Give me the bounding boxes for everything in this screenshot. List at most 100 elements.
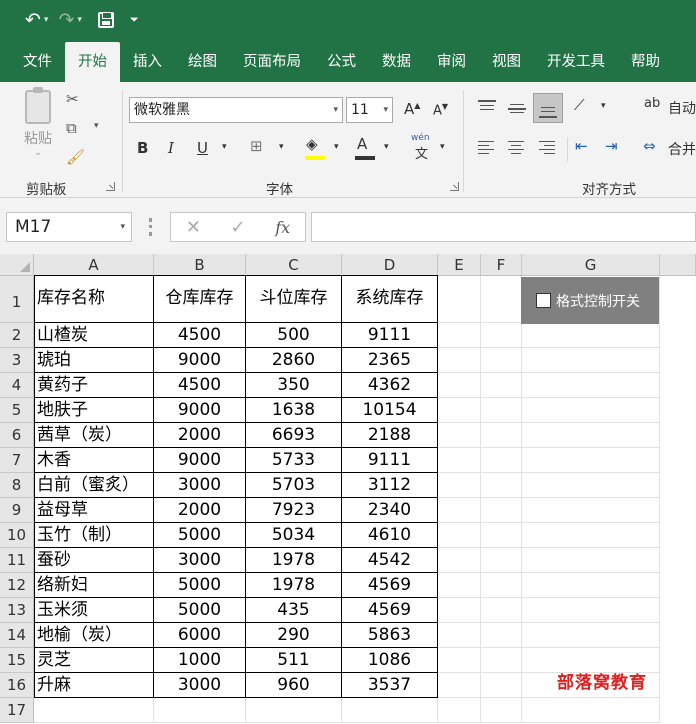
cell-B5[interactable]: 9000 xyxy=(154,398,246,423)
cell-E4[interactable] xyxy=(438,373,481,398)
cell-C5[interactable]: 1638 xyxy=(246,398,342,423)
cell-G17[interactable] xyxy=(522,698,660,723)
cell-B2[interactable]: 4500 xyxy=(154,323,246,348)
tab-6[interactable]: 数据 xyxy=(369,42,424,82)
insert-function-icon[interactable]: fx xyxy=(275,218,290,237)
cell-A14[interactable]: 地榆（炭） xyxy=(34,623,154,648)
column-header-E[interactable]: E xyxy=(438,254,481,276)
cell-D5[interactable]: 10154 xyxy=(342,398,438,423)
table-header-B[interactable]: 仓库库存 xyxy=(154,276,246,323)
cell-F15[interactable] xyxy=(481,648,522,673)
cell-F16[interactable] xyxy=(481,673,522,698)
cell-D9[interactable]: 2340 xyxy=(342,498,438,523)
cell-A3[interactable]: 琥珀 xyxy=(34,348,154,373)
cell-C6[interactable]: 6693 xyxy=(246,423,342,448)
cell-B11[interactable]: 3000 xyxy=(154,548,246,573)
cell-A5[interactable]: 地肤子 xyxy=(34,398,154,423)
cell-G10[interactable] xyxy=(522,523,660,548)
row-header-7[interactable]: 7 xyxy=(0,448,34,473)
clipboard-launcher-icon[interactable] xyxy=(106,182,115,191)
format-toggle-checkbox[interactable]: 格式控制开关 xyxy=(521,277,659,324)
cell-F5[interactable] xyxy=(481,398,522,423)
row-header-9[interactable]: 9 xyxy=(0,498,34,523)
cell-B10[interactable]: 5000 xyxy=(154,523,246,548)
cell-G4[interactable] xyxy=(522,373,660,398)
cell-E8[interactable] xyxy=(438,473,481,498)
cell-D13[interactable]: 4569 xyxy=(342,598,438,623)
column-header-C[interactable]: C xyxy=(246,254,342,276)
column-header-B[interactable]: B xyxy=(154,254,246,276)
align-right-button[interactable] xyxy=(539,140,559,156)
orientation-icon[interactable]: ⟋ xyxy=(574,96,585,114)
cell-F1[interactable] xyxy=(481,276,522,323)
chevron-down-icon[interactable]: ▾ xyxy=(601,101,606,111)
cell-E1[interactable] xyxy=(438,276,481,323)
cell-G14[interactable] xyxy=(522,623,660,648)
cell-A15[interactable]: 灵芝 xyxy=(34,648,154,673)
cell-E3[interactable] xyxy=(438,348,481,373)
cell-B12[interactable]: 5000 xyxy=(154,573,246,598)
cell-C2[interactable]: 500 xyxy=(246,323,342,348)
copy-icon[interactable]: ⧉ xyxy=(66,119,77,137)
cell-D17[interactable] xyxy=(342,698,438,723)
cell-B8[interactable]: 3000 xyxy=(154,473,246,498)
font-size-select[interactable]: 11 ▾ xyxy=(346,97,393,123)
cell-C4[interactable]: 350 xyxy=(246,373,342,398)
cell-F10[interactable] xyxy=(481,523,522,548)
chevron-down-icon[interactable]: ▾ xyxy=(222,142,227,152)
tab-5[interactable]: 公式 xyxy=(314,42,369,82)
merge-center-icon[interactable]: ⇔ xyxy=(643,137,656,155)
align-bottom-button[interactable] xyxy=(533,93,563,123)
cut-icon[interactable]: ✂ xyxy=(66,90,79,108)
cell-D14[interactable]: 5863 xyxy=(342,623,438,648)
cell-F4[interactable] xyxy=(481,373,522,398)
cell-E12[interactable] xyxy=(438,573,481,598)
cell-A13[interactable]: 玉米须 xyxy=(34,598,154,623)
cell-C12[interactable]: 1978 xyxy=(246,573,342,598)
customize-qat-button[interactable]: ⏷ xyxy=(127,5,142,35)
table-header-D[interactable]: 系统库存 xyxy=(342,276,438,323)
cell-E6[interactable] xyxy=(438,423,481,448)
tab-4[interactable]: 页面布局 xyxy=(230,42,314,82)
cell-G7[interactable] xyxy=(522,448,660,473)
tab-8[interactable]: 视图 xyxy=(479,42,534,82)
cell-E15[interactable] xyxy=(438,648,481,673)
redo-button[interactable]: ↷ ▾ xyxy=(55,5,84,35)
font-launcher-icon[interactable] xyxy=(450,182,459,191)
cell-C8[interactable]: 5703 xyxy=(246,473,342,498)
column-header-D[interactable]: D xyxy=(342,254,438,276)
cell-D10[interactable]: 4610 xyxy=(342,523,438,548)
cell-G9[interactable] xyxy=(522,498,660,523)
cell-F17[interactable] xyxy=(481,698,522,723)
cell-D6[interactable]: 2188 xyxy=(342,423,438,448)
decrease-indent-icon[interactable]: ⇤ xyxy=(575,137,588,155)
cell-G11[interactable] xyxy=(522,548,660,573)
cell-D4[interactable]: 4362 xyxy=(342,373,438,398)
cell-C13[interactable]: 435 xyxy=(246,598,342,623)
cell-E2[interactable] xyxy=(438,323,481,348)
cell-G3[interactable] xyxy=(522,348,660,373)
cell-A16[interactable]: 升麻 xyxy=(34,673,154,698)
font-color-icon[interactable]: A xyxy=(357,135,367,153)
shrink-font-icon[interactable]: A▼ xyxy=(433,102,448,118)
row-header-13[interactable]: 13 xyxy=(0,598,34,623)
wrap-text-label[interactable]: 自动 xyxy=(668,98,696,118)
format-painter-icon[interactable]: 🖌 xyxy=(66,148,85,166)
cell-B13[interactable]: 5000 xyxy=(154,598,246,623)
cell-B4[interactable]: 4500 xyxy=(154,373,246,398)
chevron-down-icon[interactable]: ▾ xyxy=(279,142,284,152)
row-header-16[interactable]: 16 xyxy=(0,673,34,698)
cell-E5[interactable] xyxy=(438,398,481,423)
cell-B16[interactable]: 3000 xyxy=(154,673,246,698)
underline-button[interactable]: U xyxy=(197,139,208,157)
save-button[interactable] xyxy=(89,5,123,35)
cell-D16[interactable]: 3537 xyxy=(342,673,438,698)
cell-G5[interactable] xyxy=(522,398,660,423)
cell-A4[interactable]: 黄药子 xyxy=(34,373,154,398)
tab-3[interactable]: 绘图 xyxy=(175,42,230,82)
cell-G6[interactable] xyxy=(522,423,660,448)
cell-F11[interactable] xyxy=(481,548,522,573)
align-center-button[interactable] xyxy=(508,140,528,156)
cell-D12[interactable]: 4569 xyxy=(342,573,438,598)
cell-A17[interactable] xyxy=(34,698,154,723)
